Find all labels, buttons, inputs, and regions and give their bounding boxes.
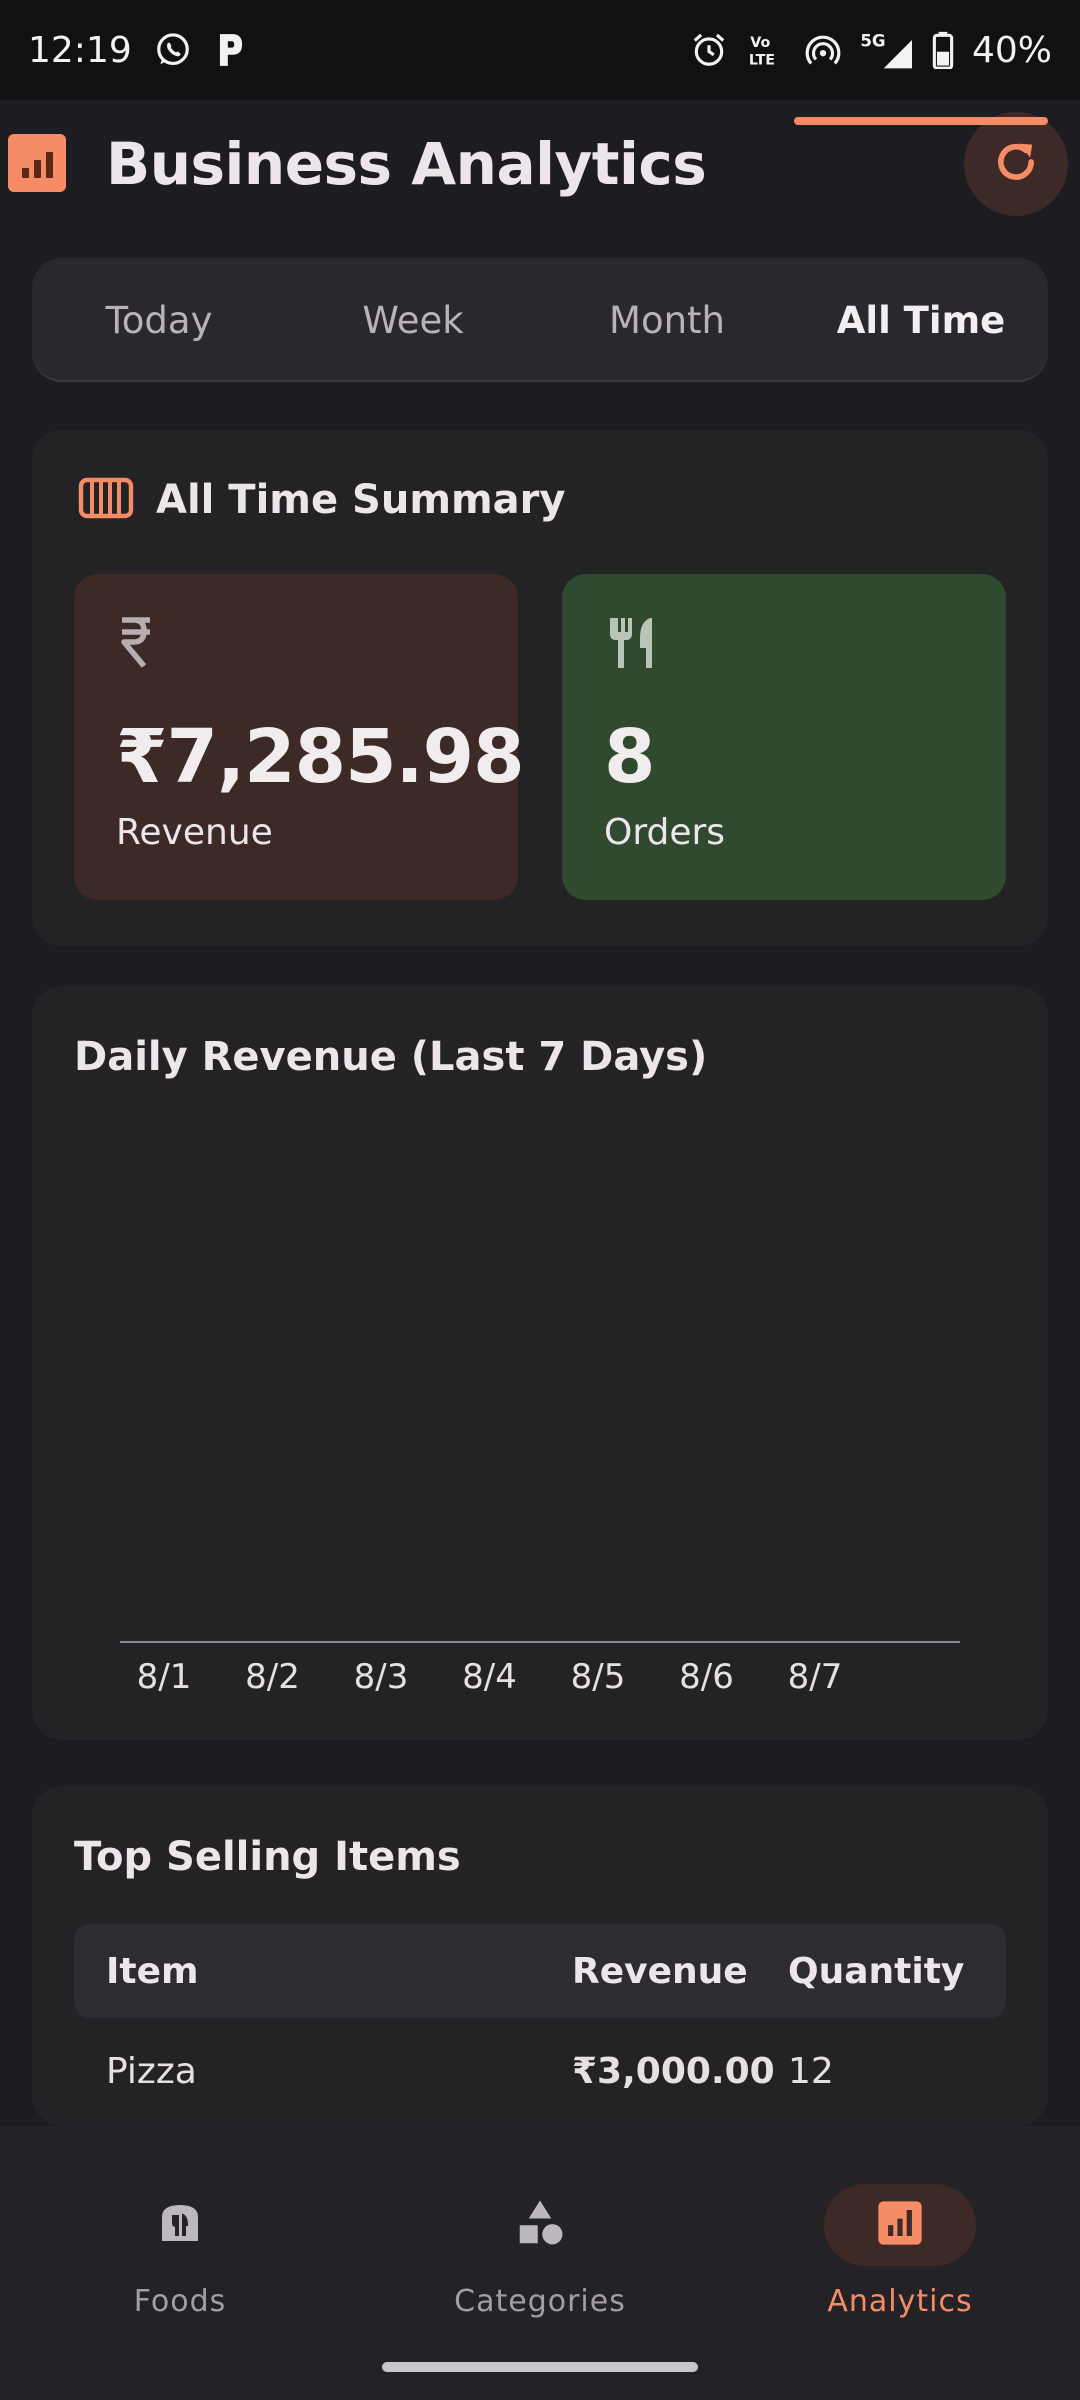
- tab-today[interactable]: Today: [32, 258, 286, 382]
- nav-analytics-label: Analytics: [827, 2284, 973, 2319]
- header-revenue: Revenue: [572, 1950, 748, 1992]
- summary-card: All Time Summary ₹7,285.98 Revenue 8 Ord…: [32, 430, 1048, 946]
- row-item-quantity: 12: [788, 2050, 834, 2092]
- header-quantity: Quantity: [788, 1950, 965, 1992]
- calendar-icon: [78, 476, 134, 524]
- signal-icon: 5G: [860, 30, 914, 70]
- home-indicator[interactable]: [382, 2362, 698, 2372]
- tab-all-time[interactable]: All Time: [794, 258, 1048, 382]
- daily-revenue-chart: 8/1 8/2 8/3 8/4 8/5 8/6 8/7: [120, 1641, 960, 1697]
- nav-foods[interactable]: Foods: [0, 2154, 360, 2324]
- table-row: Pizza ₹3,000.00 12: [74, 2018, 1006, 2124]
- top-selling-title: Top Selling Items: [74, 1834, 461, 1880]
- x-tick-label: 8/5: [571, 1657, 626, 1697]
- analytics-icon: [874, 2197, 926, 2253]
- nav-categories[interactable]: Categories: [360, 2154, 720, 2324]
- row-item-name: Pizza: [106, 2050, 197, 2092]
- daily-revenue-chart-card: Daily Revenue (Last 7 Days) 8/1 8/2 8/3 8/4…: [32, 986, 1048, 1740]
- x-tick-label: 8/7: [788, 1657, 843, 1697]
- svg-text:5G: 5G: [860, 32, 885, 51]
- svg-text:Vo: Vo: [750, 35, 770, 51]
- tab-month[interactable]: Month: [540, 258, 794, 382]
- page-title: Business Analytics: [106, 130, 707, 198]
- period-tabs: Today Week Month All Time: [32, 258, 1048, 382]
- battery-icon: [932, 31, 954, 69]
- refresh-icon: [990, 136, 1042, 192]
- orders-label: Orders: [604, 812, 726, 853]
- x-tick-label: 8/4: [462, 1657, 517, 1697]
- summary-title: All Time Summary: [156, 477, 566, 523]
- parking-icon: [214, 31, 248, 69]
- hotspot-icon: [804, 31, 842, 69]
- table-header: Item Revenue Quantity: [74, 1924, 1006, 2018]
- nav-foods-label: Foods: [133, 2284, 227, 2319]
- categories-icon: [513, 2196, 567, 2254]
- food-icon: [156, 2199, 204, 2251]
- whatsapp-icon: [154, 31, 192, 69]
- nav-categories-label: Categories: [454, 2284, 626, 2319]
- tab-week[interactable]: Week: [286, 258, 540, 382]
- bottom-navigation: Foods Categories Analytics: [0, 2126, 1080, 2400]
- row-item-revenue: ₹3,000.00: [572, 2050, 775, 2092]
- nav-analytics[interactable]: Analytics: [720, 2154, 1080, 2324]
- orders-value: 8: [604, 714, 655, 800]
- x-tick-label: 8/1: [137, 1657, 192, 1697]
- x-tick-label: 8/6: [679, 1657, 734, 1697]
- alarm-icon: [690, 31, 728, 69]
- orders-stat-card: 8 Orders: [562, 574, 1006, 900]
- revenue-stat-card: ₹7,285.98 Revenue: [74, 574, 525, 900]
- svg-text:LTE: LTE: [749, 52, 775, 68]
- revenue-label: Revenue: [116, 812, 273, 853]
- status-bar: 12:19 Vo LTE 5G 40%: [0, 0, 1080, 100]
- battery-percentage: 40%: [971, 29, 1052, 71]
- top-selling-card: Top Selling Items Item Revenue Quantity …: [32, 1786, 1048, 2126]
- status-time: 12:19: [28, 29, 132, 71]
- refresh-button[interactable]: [964, 112, 1068, 216]
- analytics-icon: [8, 134, 66, 192]
- x-tick-label: 8/2: [245, 1657, 300, 1697]
- cutlery-icon: [604, 614, 660, 676]
- volte-icon: Vo LTE: [746, 31, 786, 69]
- revenue-value: ₹7,285.98: [116, 714, 525, 800]
- header-item: Item: [106, 1950, 199, 1992]
- tab-active-indicator: [794, 117, 1048, 125]
- rupee-icon: [116, 614, 156, 674]
- x-tick-label: 8/3: [354, 1657, 409, 1697]
